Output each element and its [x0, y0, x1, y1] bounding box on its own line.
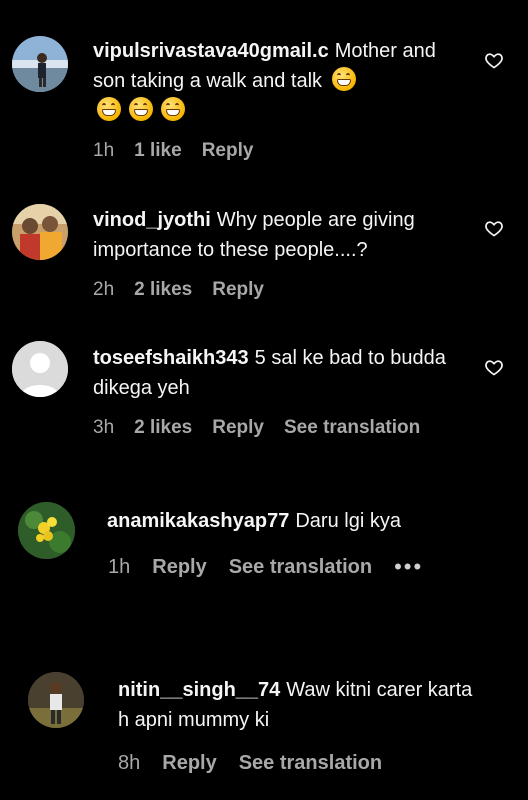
- reply-button[interactable]: Reply: [212, 417, 264, 439]
- reply-button[interactable]: Reply: [162, 752, 216, 775]
- comment-text-block: vipulsrivastava40gmail.c Mother and son t…: [93, 36, 453, 126]
- comment-meta: 8h Reply See translation: [118, 752, 382, 775]
- grinning-face-icon: [97, 97, 121, 121]
- avatar-photo-icon: [28, 672, 84, 728]
- reply-button[interactable]: Reply: [212, 279, 264, 301]
- timestamp: 8h: [118, 752, 141, 774]
- like-count[interactable]: 2 likes: [134, 279, 192, 301]
- avatar[interactable]: [12, 204, 68, 260]
- default-avatar-icon: [12, 341, 68, 397]
- comment-text-block: nitin__singh__74 Waw kitni carer karta h …: [118, 675, 488, 735]
- comment-meta: 1h 1 like Reply: [93, 140, 253, 162]
- comment-text-block: anamikakashyap77 Daru lgi kya: [107, 506, 507, 536]
- username[interactable]: anamikakashyap77: [107, 510, 289, 532]
- username[interactable]: vipulsrivastava40gmail.c: [93, 40, 329, 62]
- comment-text: Daru lgi kya: [295, 510, 401, 532]
- reply-button[interactable]: Reply: [202, 140, 254, 162]
- comment-text-block: toseefshaikh343 5 sal ke bad to budda dik…: [93, 343, 473, 403]
- timestamp: 3h: [93, 417, 115, 438]
- avatar-photo-icon: [12, 36, 68, 92]
- timestamp: 1h: [93, 140, 115, 161]
- reply-button[interactable]: Reply: [152, 556, 206, 579]
- grinning-face-icon: [129, 97, 153, 121]
- username[interactable]: toseefshaikh343: [93, 347, 249, 369]
- heart-icon[interactable]: [484, 50, 504, 70]
- see-translation-link[interactable]: See translation: [239, 752, 382, 775]
- heart-icon[interactable]: [484, 218, 504, 238]
- see-translation-link[interactable]: See translation: [229, 556, 372, 579]
- heart-icon[interactable]: [484, 357, 504, 377]
- username[interactable]: nitin__singh__74: [118, 679, 280, 701]
- avatar[interactable]: [12, 341, 68, 397]
- grinning-face-icon: [161, 97, 185, 121]
- grinning-face-icon: [331, 67, 356, 91]
- see-translation-link[interactable]: See translation: [284, 417, 420, 439]
- avatar[interactable]: [18, 502, 75, 559]
- avatar[interactable]: [28, 672, 84, 728]
- username[interactable]: vinod_jyothi: [93, 209, 211, 231]
- like-count[interactable]: 1 like: [134, 140, 182, 162]
- avatar-photo-icon: [12, 204, 68, 260]
- comment-meta: 3h 2 likes Reply See translation: [93, 417, 420, 439]
- timestamp: 1h: [108, 555, 131, 578]
- avatar-photo-icon: [18, 502, 75, 559]
- comment-meta: 2h 2 likes Reply: [93, 279, 264, 301]
- comment-meta: 1h Reply See translation •••: [108, 554, 423, 580]
- timestamp: 2h: [93, 279, 115, 300]
- more-options-button[interactable]: •••: [394, 554, 423, 580]
- comment-text-block: vinod_jyothi Why people are giving import…: [93, 205, 473, 265]
- like-count[interactable]: 2 likes: [134, 417, 192, 439]
- avatar[interactable]: [12, 36, 68, 92]
